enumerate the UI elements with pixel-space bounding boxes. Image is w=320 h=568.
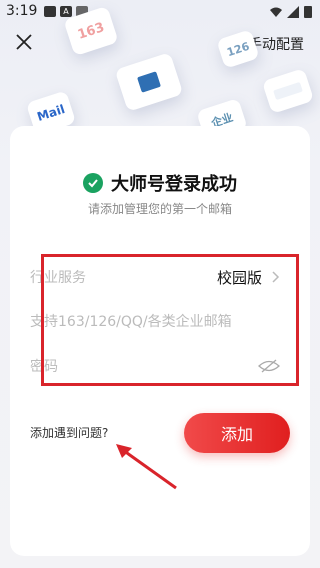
- page-subtitle: 请添加管理您的第一个邮箱: [87, 202, 232, 216]
- title-row: 大师号登录成功: [10, 170, 310, 196]
- highlight-box: [41, 254, 299, 386]
- check-icon: [83, 173, 103, 193]
- tile-extra-icon: [261, 68, 315, 114]
- tile-mailbox-icon: [114, 52, 184, 112]
- system-icons: [270, 5, 312, 18]
- status-time: 3:19: [6, 3, 38, 19]
- annotation-arrow-icon: [116, 444, 177, 490]
- add-button[interactable]: 添加: [184, 413, 290, 453]
- notification-icon: [44, 6, 56, 17]
- signal-icon: [287, 5, 299, 18]
- help-link[interactable]: 添加遇到问题?: [30, 424, 108, 441]
- wifi-icon: [270, 7, 282, 17]
- close-icon[interactable]: [14, 32, 34, 52]
- page-title: 大师号登录成功: [111, 174, 237, 195]
- app-a-icon: A: [60, 6, 72, 17]
- battery-icon: [304, 6, 312, 18]
- status-bar: 3:19 A: [0, 0, 320, 24]
